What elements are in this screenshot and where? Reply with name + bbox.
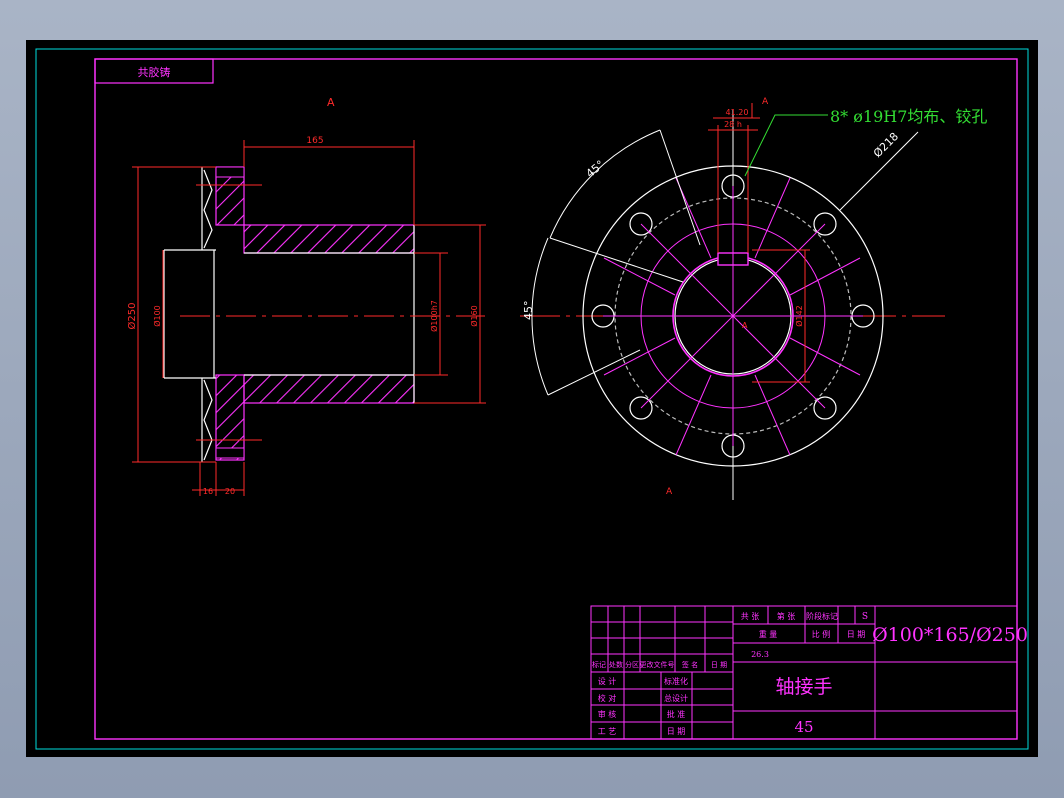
rev-1: 处数 (609, 660, 623, 669)
rev-4: 签 名 (682, 660, 698, 669)
sign-2: 审 核 (598, 709, 617, 719)
mid-1: 总设计 (664, 693, 688, 703)
section-mark-bottom: A (666, 487, 673, 497)
view-label: A (327, 96, 335, 109)
hub-top-hatch (243, 224, 415, 254)
dim-inner-bore: Ø100 (152, 305, 162, 327)
dim-center: Ø142 (794, 305, 804, 327)
wt-1: 比 例 (812, 629, 831, 639)
section-mark-top: A (762, 97, 769, 107)
flange-bottom-hatch (215, 374, 245, 461)
hub-bottom-hatch (243, 374, 415, 404)
hole-bottom (215, 447, 245, 459)
dim-outer-dia: Ø250 (126, 303, 138, 330)
center-mark: A (742, 321, 748, 330)
hole-note: 8* ø19H7均布、铰孔 (830, 107, 987, 126)
hdr-3: S (862, 612, 868, 622)
sign-1: 校 对 (598, 693, 617, 703)
hdr-0: 共 张 (741, 612, 760, 621)
wt-2: 日 期 (847, 630, 866, 639)
rev-0: 标记 (592, 660, 606, 669)
sign-0: 设 计 (598, 676, 617, 686)
dim-flange-w: 20 (225, 487, 235, 496)
dim-flange-thk: 16 (203, 487, 213, 496)
sign-3: 工 艺 (598, 727, 617, 736)
mid-3: 日 期 (667, 727, 686, 736)
mass: 26.3 (751, 650, 769, 659)
mid-0: 标准化 (664, 676, 688, 686)
hdr-2: 阶段标记 (806, 611, 838, 621)
wt-0: 重 量 (759, 629, 778, 639)
hole-top (215, 166, 245, 178)
rev-2: 分区 (625, 660, 639, 669)
part-name: 轴接手 (775, 676, 832, 698)
dim-length: 165 (306, 136, 323, 146)
dim-hub-outer: Ø160 (469, 305, 479, 327)
dim-keyway-d: 41.20 (726, 108, 749, 117)
stamp-text: 共胶铸 (138, 65, 171, 79)
dim-hub-dia: Ø100h7 (429, 300, 439, 332)
rev-3: 更改文件号 (640, 660, 675, 669)
hdr-1: 第 张 (777, 611, 796, 621)
cad-drawing: 共胶铸 A 165 Ø250 Ø100 Ø100h7 Ø160 16 20 41… (26, 40, 1038, 757)
angle-left: 45° (522, 301, 535, 321)
dim-keyway-w: 28 h (724, 120, 742, 129)
material: 45 (794, 718, 813, 736)
spec: Ø100*165/Ø250 (872, 624, 1028, 646)
rev-5: 日 期 (711, 661, 727, 669)
mid-2: 批 准 (667, 709, 686, 719)
